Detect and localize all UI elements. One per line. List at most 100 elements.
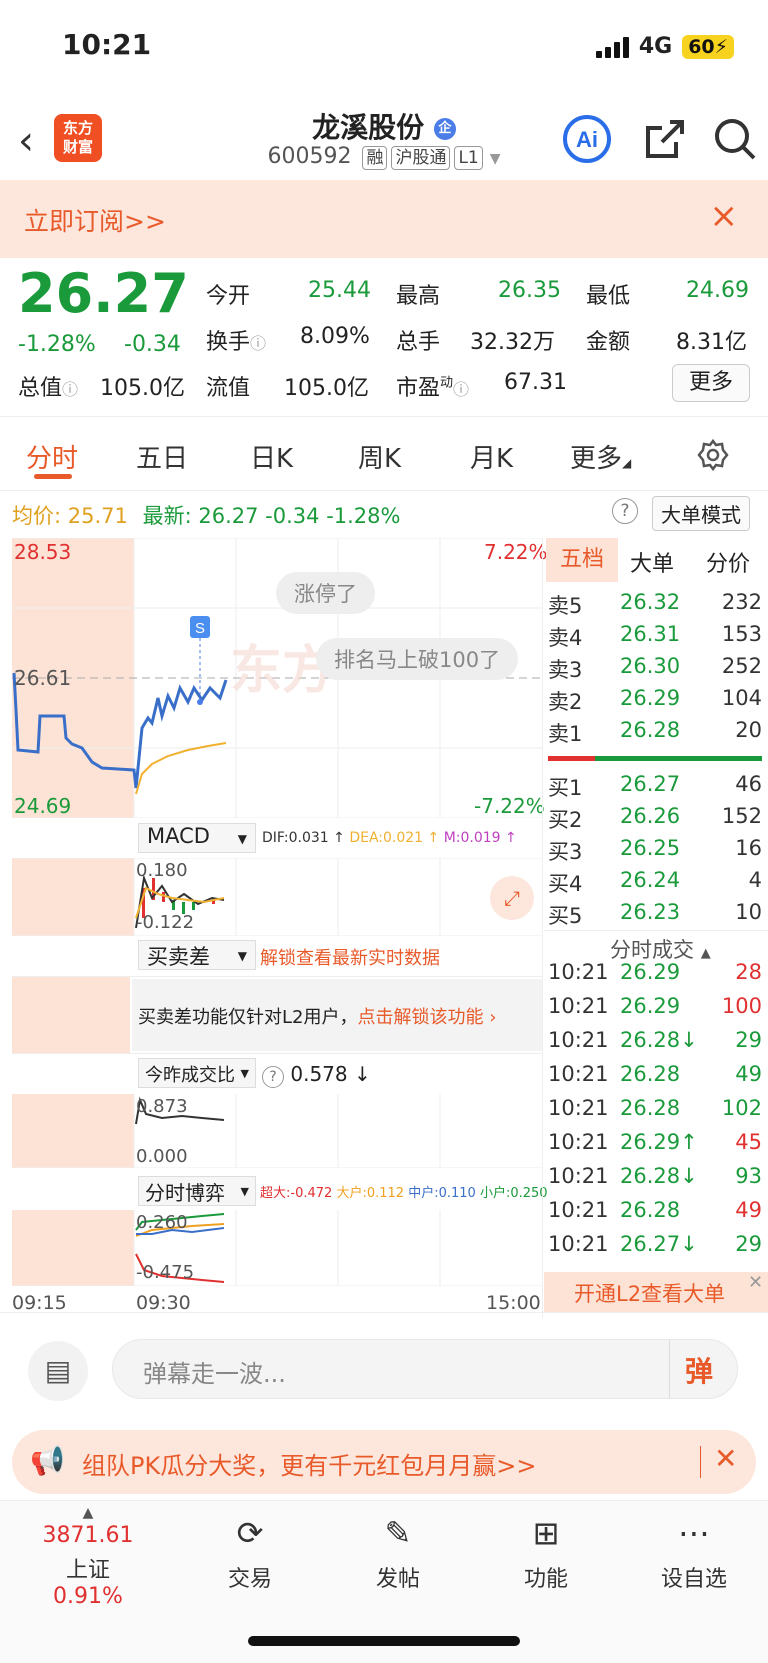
ask-row-price: 26.30 [620,654,681,678]
l2-notice: 买卖差功能仅针对L2用户，点击解锁该功能 › [138,1007,497,1028]
tab-more[interactable]: 更多◢ [570,438,631,475]
search-icon[interactable] [710,114,760,164]
help-icon: ? [262,1066,284,1088]
tab-price-dist[interactable]: 分价 [706,546,750,578]
nav-post[interactable]: ✎ 发帖 [338,1511,458,1593]
tag-hk-connect: 沪股通 [391,146,451,170]
trade-row: 10:21 26.28↓ 29 [548,1028,762,1062]
subscribe-link[interactable]: 立即订阅>> [24,202,166,238]
trade-row-t: 10:21 [548,1130,609,1154]
ask-row-price: 26.29 [620,686,681,710]
battery-icon: 60⚡ [682,34,734,59]
volume-ratio-selector[interactable]: 今昨成交比 ▼ [138,1058,256,1088]
ask-row-vol: 252 [721,654,762,678]
bid-row-price: 26.24 [620,868,681,892]
big-order-mode-button[interactable]: 大单模式 [652,496,750,531]
help-icon[interactable]: ? [612,498,638,524]
promo-text[interactable]: 组队PK瓜分大奖，更有千元红包月月赢>> [82,1446,536,1481]
network-label: 4G [638,34,673,59]
mktcap-value: 105.0亿 [100,376,185,401]
ask-row: 卖4 26.31 153 [548,622,762,652]
price-info-line: 均价: 25.71 最新: 26.27 -0.34 -1.28% [12,504,401,528]
tab-intraday[interactable]: 分时 [26,438,78,475]
chevron-down-icon[interactable]: ▼ [490,151,501,167]
share-icon[interactable] [640,114,690,164]
change-pct: -1.28% [18,332,96,357]
time-end: 15:00 [486,1292,541,1314]
danmaku-settings-icon[interactable]: ▤ [28,1341,88,1401]
intraday-game-chart[interactable] [12,1210,542,1286]
index-widget[interactable]: ▲ 3871.61 上证 0.91% [28,1505,148,1609]
status-bar: 10:21 4G 60⚡ [0,0,768,96]
nav-functions[interactable]: ⊞ 功能 [486,1511,606,1593]
tab-5day[interactable]: 五日 [136,438,188,475]
bid-row-price: 26.27 [620,772,681,796]
volume-value: 32.32万 [470,330,555,355]
unlock-link[interactable]: 解锁查看最新实时数据 [260,944,440,970]
high-value: 26.35 [498,278,561,303]
low-label: 最低 [586,284,631,309]
ask-row-label: 卖4 [548,626,583,650]
trade-icon: ⟳ [236,1514,264,1552]
trade-row-v: 102 [721,1096,762,1120]
ask-row-price: 26.31 [620,622,681,646]
l2-cta[interactable]: 开通L2查看大单 ✕ [544,1272,768,1312]
volume-ratio-chart[interactable] [12,1094,542,1168]
trade-row-p: 26.29 [620,994,681,1018]
tab-weekly[interactable]: 周K [358,438,401,475]
trade-row-p: 26.28↓ [620,1164,698,1188]
l2-unlock-link[interactable]: 点击解锁该功能 [357,1007,483,1028]
close-icon[interactable]: ✕ [748,1272,763,1293]
bid-row-price: 26.26 [620,804,681,828]
tab-daily[interactable]: 日K [250,438,293,475]
gear-icon[interactable] [696,438,730,472]
bid-ask-diff-selector[interactable]: 买卖差 ▼ [138,940,256,970]
macd-values: DIF:0.031 ↑ DEA:0.021 ↑ M:0.019 ↑ [262,830,517,846]
send-danmaku-button[interactable]: 弹 [685,1350,713,1390]
info-icon: ⓘ [453,380,470,399]
tab-level5[interactable]: 五档 [546,538,618,582]
ask-row-label: 卖3 [548,658,583,682]
nav-add-watchlist[interactable]: ⋯ 设自选 [634,1511,754,1593]
ask-row-label: 卖1 [548,722,583,746]
trade-row-p: 26.29↑ [620,1130,698,1154]
more-button[interactable]: 更多 [672,364,750,402]
bid-row-price: 26.23 [620,900,681,924]
trade-row: 10:21 26.29↑ 45 [548,1130,762,1164]
volume-ratio-value: ? 0.578 ↓ [262,1062,371,1088]
trade-row-v: 29 [735,1232,762,1256]
bid-row-label: 买3 [548,840,583,864]
subscribe-banner[interactable]: 立即订阅>> × [0,180,768,258]
nav-trade[interactable]: ⟳ 交易 [190,1511,310,1593]
danmaku-bubble: 排名马上破100了 [316,638,519,680]
ask-row: 卖1 26.28 20 [548,718,762,748]
macd-chart[interactable] [12,858,542,936]
macd-selector[interactable]: MACD ▼ [138,823,256,853]
tab-big-orders[interactable]: 大单 [630,546,674,578]
promo-banner[interactable]: 📢 组队PK瓜分大奖，更有千元红包月月赢>> ✕ [12,1430,756,1494]
bid-row-vol: 152 [721,804,762,828]
ai-icon[interactable]: Ai [562,114,612,164]
float-label: 流值 [206,376,251,401]
amount-label: 金额 [586,330,631,355]
open-label: 今开 [206,284,251,309]
close-icon[interactable]: × [710,196,739,236]
tab-monthly[interactable]: 月K [470,438,513,475]
ask-row-price: 26.32 [620,590,681,614]
trade-row-p: 26.28 [620,1198,681,1222]
signal-marker-label: S [195,620,205,637]
low-value: 24.69 [686,278,749,303]
expand-icon[interactable]: ⤢ [490,876,534,920]
bid-row-price: 26.25 [620,836,681,860]
intraday-game-selector[interactable]: 分时博弈 ▼ [138,1176,256,1206]
turnover-label: 换手ⓘ [206,330,267,355]
danmaku-input[interactable]: 弹幕走一波... 弹 [112,1339,738,1399]
trade-row-t: 10:21 [548,994,609,1018]
bid-row-label: 买4 [548,872,583,896]
bid-row-vol: 10 [735,900,762,924]
ask-row-vol: 232 [721,590,762,614]
trade-row-t: 10:21 [548,960,609,984]
close-icon[interactable]: ✕ [714,1442,737,1475]
trade-row-v: 49 [735,1062,762,1086]
trade-row: 10:21 26.28 102 [548,1096,762,1130]
